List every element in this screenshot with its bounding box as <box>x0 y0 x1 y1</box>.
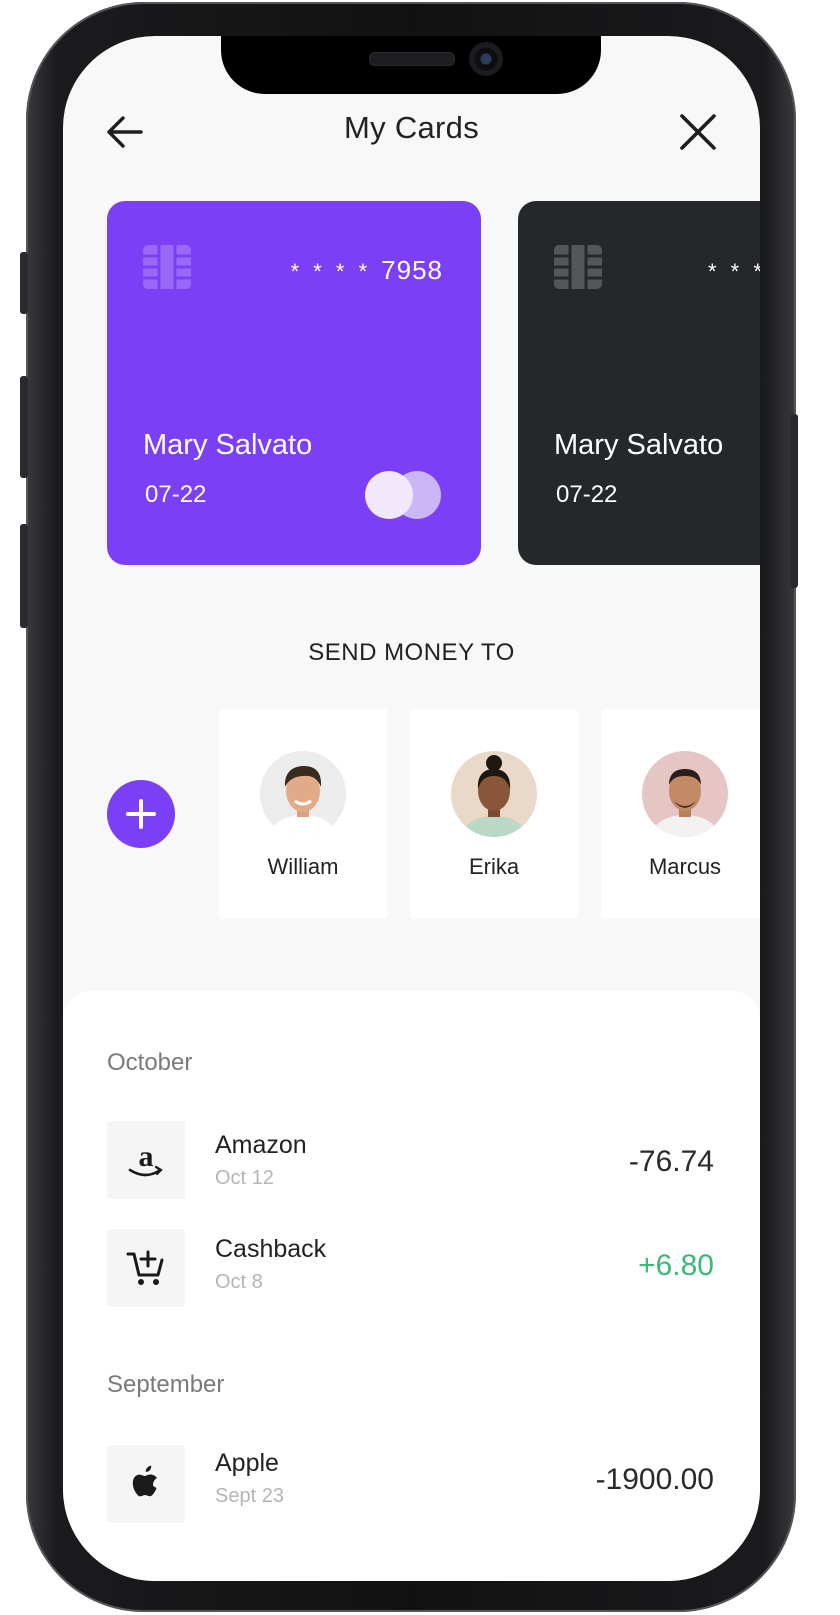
transactions-sheet: October a Amazon Oct 12 -76.74 Cashback … <box>63 991 760 1581</box>
close-button[interactable] <box>676 110 720 154</box>
card-expiry: 07-22 <box>556 481 618 508</box>
avatar <box>260 751 346 837</box>
notch <box>221 36 601 94</box>
cashback-icon <box>107 1229 185 1307</box>
transaction-name: Apple <box>215 1449 279 1477</box>
person-avatar-icon <box>642 751 728 837</box>
transaction-date: Oct 12 <box>215 1167 274 1189</box>
power-button <box>790 414 798 588</box>
transaction-date: Sept 23 <box>215 1485 284 1507</box>
card-number: * * * * 7958 <box>291 255 443 286</box>
month-header: October <box>107 1049 193 1076</box>
avatar <box>451 751 537 837</box>
contact-card-erika[interactable]: Erika <box>410 709 578 919</box>
transaction-name: Cashback <box>215 1235 327 1263</box>
earpiece-speaker <box>369 52 455 66</box>
contact-name: Marcus <box>648 854 722 879</box>
contact-card-william[interactable]: William <box>219 709 387 919</box>
card-last-four: 7958 <box>381 255 443 285</box>
card-holder-name: Mary Salvato <box>554 429 724 461</box>
amazon-icon: a <box>107 1121 185 1199</box>
card-expiry: 07-22 <box>145 481 207 508</box>
chip-icon <box>143 245 191 289</box>
cart-add-icon <box>126 1250 164 1285</box>
card-holder-name: Mary Salvato <box>143 429 313 461</box>
apple-icon <box>107 1445 185 1523</box>
apple-logo-icon <box>132 1465 157 1497</box>
card-number-mask: * * * <box>708 259 760 284</box>
month-header: September <box>107 1371 225 1398</box>
add-contact-button[interactable] <box>107 780 175 848</box>
card-number: * * * <box>708 255 760 286</box>
amazon-logo-icon: a <box>128 1140 163 1177</box>
contact-name: William <box>267 854 339 879</box>
front-camera <box>469 42 503 76</box>
send-money-heading: SEND MONEY TO <box>308 639 515 666</box>
person-avatar-icon <box>451 751 537 837</box>
transaction-amount: +6.80 <box>638 1249 714 1282</box>
app-screen: My Cards * * * * 7958 Mary Salvato 07-22 <box>63 36 760 1581</box>
contact-name: Erika <box>468 854 520 879</box>
transaction-amount: -76.74 <box>628 1145 714 1178</box>
avatar <box>642 751 728 837</box>
card-network-logo <box>365 471 445 521</box>
chip-icon <box>554 245 602 289</box>
plus-icon <box>126 799 156 829</box>
page-title: My Cards <box>343 110 480 145</box>
transaction-date: Oct 8 <box>215 1271 263 1293</box>
payment-card-secondary[interactable]: * * * Mary Salvato 07-22 <box>518 201 760 565</box>
payment-card-primary[interactable]: * * * * 7958 Mary Salvato 07-22 <box>107 201 481 565</box>
transaction-name: Amazon <box>215 1131 307 1159</box>
contact-card-marcus[interactable]: Marcus <box>601 709 760 919</box>
svg-text:a: a <box>139 1140 154 1173</box>
card-number-mask: * * * * <box>290 259 372 284</box>
transaction-amount: -1900.00 <box>595 1463 714 1496</box>
close-icon <box>680 114 716 150</box>
volume-up-button <box>20 376 28 478</box>
person-avatar-icon <box>260 751 346 837</box>
mute-switch <box>20 252 28 314</box>
volume-down-button <box>20 524 28 628</box>
